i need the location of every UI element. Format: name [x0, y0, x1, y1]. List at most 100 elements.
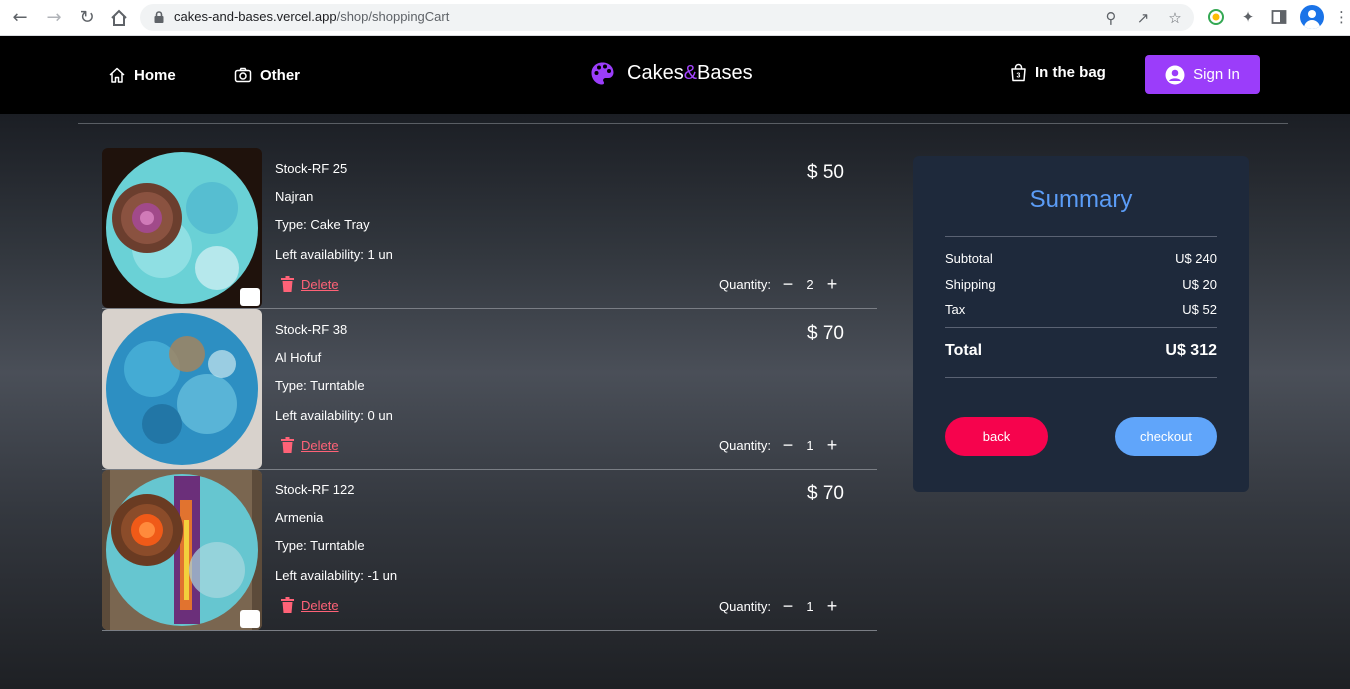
nav-other-label: Other — [260, 66, 301, 84]
cart-item: Stock-RF 122 Armenia Type: Turntable Lef… — [102, 470, 877, 631]
quantity-label: Quantity: — [719, 437, 772, 453]
back-arrow-icon[interactable]: ← — [8, 6, 32, 30]
side-panel-icon[interactable] — [1268, 6, 1290, 28]
extension-icon[interactable] — [1205, 6, 1227, 28]
item-price: $ 70 — [807, 323, 844, 344]
shipping-value: U$ 20 — [1182, 277, 1217, 292]
availability: Left availability: 1 un — [275, 247, 393, 262]
user-circle-icon — [1165, 65, 1185, 84]
url-text[interactable]: cakes-and-bases.vercel.app/shop/shopping… — [174, 9, 449, 24]
sign-in-button[interactable]: Sign In — [1145, 55, 1260, 94]
quantity-label: Quantity: — [719, 276, 772, 292]
availability: Left availability: -1 un — [275, 568, 398, 583]
increment-button[interactable]: + — [821, 597, 843, 615]
profile-avatar[interactable] — [1300, 5, 1324, 29]
increment-button[interactable]: + — [821, 436, 843, 454]
product-type: Type: Turntable — [275, 538, 365, 553]
order-summary-card: Summary Subtotal U$ 240 Shipping U$ 20 T… — [913, 156, 1249, 492]
reload-icon[interactable]: ↻ — [75, 6, 99, 30]
trash-icon — [281, 597, 294, 613]
tax-row: Tax U$ 52 — [945, 302, 1217, 317]
brand-text-bases: Bases — [697, 62, 753, 84]
summary-title: Summary — [1029, 186, 1133, 213]
subtotal-label: Subtotal — [945, 251, 993, 266]
quantity-stepper: Quantity: − 1 + — [719, 436, 843, 454]
shipping-label: Shipping — [945, 277, 996, 292]
subtotal-row: Subtotal U$ 240 — [945, 251, 1217, 266]
product-image — [102, 309, 262, 469]
stock-code: Stock-RF 25 — [275, 161, 348, 176]
cart-item: Stock-RF 38 Al Hofuf Type: Turntable Lef… — [102, 309, 877, 470]
menu-kebab-icon[interactable]: ⋮ — [1334, 6, 1349, 28]
brand-text-cakes: Cakes — [627, 62, 684, 84]
delete-button[interactable]: Delete — [280, 597, 339, 613]
shopping-bag-icon: 3 — [1011, 63, 1026, 82]
product-name: Al Hofuf — [275, 350, 322, 365]
cart-item: Stock-RF 25 Najran Type: Cake Tray Left … — [102, 148, 877, 309]
quantity-stepper: Quantity: − 1 + — [719, 597, 843, 615]
delete-button[interactable]: Delete — [280, 276, 339, 292]
delete-label: Delete — [301, 597, 339, 613]
camera-icon — [234, 67, 252, 83]
product-type: Type: Cake Tray — [275, 217, 370, 232]
puzzle-icon[interactable]: ✦ — [1237, 6, 1259, 28]
tax-label: Tax — [945, 302, 966, 317]
sign-in-label: Sign In — [1193, 66, 1240, 83]
total-label: Total — [945, 342, 983, 359]
in-the-bag-link[interactable]: 3 In the bag — [1010, 63, 1106, 82]
browser-toolbar: ← → ↻ cakes-and-bases.vercel.app/shop/sh… — [0, 0, 1350, 36]
trash-icon — [281, 437, 294, 453]
subtotal-value: U$ 240 — [1175, 251, 1217, 266]
delete-button[interactable]: Delete — [280, 437, 339, 453]
item-price: $ 70 — [807, 483, 844, 504]
forward-arrow-icon[interactable]: → — [42, 6, 66, 30]
quantity-label: Quantity: — [719, 598, 772, 614]
quantity-stepper: Quantity: − 2 + — [719, 275, 843, 293]
palette-icon — [591, 62, 614, 85]
product-type: Type: Turntable — [275, 378, 365, 393]
brand-logo[interactable]: Cakes & Bases — [590, 61, 753, 86]
stock-code: Stock-RF 122 — [275, 482, 355, 497]
house-icon — [109, 67, 125, 83]
back-button[interactable]: back — [945, 417, 1048, 456]
quantity-value: 2 — [806, 276, 814, 292]
tax-value: U$ 52 — [1182, 302, 1217, 317]
divider — [945, 236, 1217, 237]
product-image — [102, 470, 262, 630]
nav-home-link[interactable]: Home — [108, 66, 176, 84]
quantity-value: 1 — [806, 598, 814, 614]
product-image — [102, 148, 262, 308]
divider — [945, 377, 1217, 378]
product-name: Armenia — [275, 510, 324, 525]
checkout-button[interactable]: checkout — [1115, 417, 1217, 456]
share-icon[interactable]: ↗ — [1134, 9, 1152, 27]
stock-code: Stock-RF 38 — [275, 322, 348, 337]
quantity-value: 1 — [806, 437, 814, 453]
lock-icon[interactable] — [152, 10, 166, 24]
decrement-button[interactable]: − — [777, 275, 799, 293]
divider — [945, 327, 1217, 328]
decrement-button[interactable]: − — [777, 436, 799, 454]
zoom-icon[interactable]: ⚲ — [1102, 9, 1120, 27]
home-icon[interactable] — [107, 6, 131, 30]
product-name: Najran — [275, 189, 314, 204]
divider — [78, 123, 1288, 124]
total-value: U$ 312 — [1165, 342, 1217, 359]
delete-label: Delete — [301, 276, 339, 292]
item-price: $ 50 — [807, 162, 844, 183]
svg-text:3: 3 — [1017, 73, 1021, 80]
delete-label: Delete — [301, 437, 339, 453]
site-header: Home Other Cakes & Bases 3 In the bag Sign… — [0, 36, 1350, 114]
bookmark-star-icon[interactable]: ☆ — [1166, 9, 1184, 27]
nav-home-label: Home — [134, 66, 176, 84]
bag-label: In the bag — [1035, 64, 1106, 81]
increment-button[interactable]: + — [821, 275, 843, 293]
nav-other-link[interactable]: Other — [234, 66, 300, 84]
shipping-row: Shipping U$ 20 — [945, 277, 1217, 292]
availability: Left availability: 0 un — [275, 408, 393, 423]
decrement-button[interactable]: − — [777, 597, 799, 615]
address-bar[interactable]: cakes-and-bases.vercel.app/shop/shopping… — [140, 4, 1194, 31]
total-row: Total U$ 312 — [945, 342, 1217, 360]
brand-ampersand: & — [683, 62, 698, 84]
trash-icon — [281, 276, 294, 292]
